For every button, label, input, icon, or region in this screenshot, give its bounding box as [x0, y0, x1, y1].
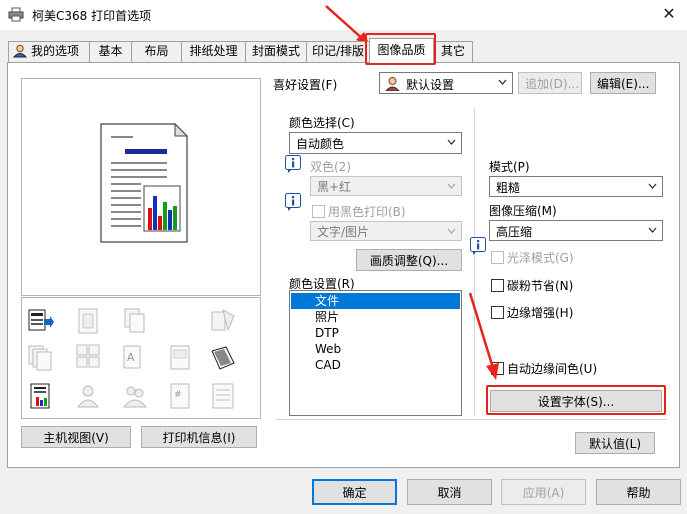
edit-favorite-button[interactable]: 编辑(E)...: [590, 72, 656, 94]
tab-label: 基本: [98, 44, 123, 58]
watermark-icon: [78, 308, 98, 334]
compress-select[interactable]: 高压缩: [489, 220, 663, 241]
staple-icon: [211, 346, 235, 370]
chevron-down-icon: [447, 228, 456, 234]
color-select[interactable]: 自动颜色: [289, 132, 462, 154]
tab-label: 印记/排版: [311, 44, 365, 58]
two-color-select[interactable]: 黑+红: [310, 176, 462, 196]
annotation-highlight-button: [486, 385, 666, 415]
host-view-button[interactable]: 主机视图(V): [21, 426, 131, 448]
printer-icon: [8, 7, 24, 22]
apply-button[interactable]: 应用(A): [501, 479, 586, 505]
tab-my-options[interactable]: 我的选项: [8, 41, 90, 62]
tab-stamp[interactable]: 印记/排版: [306, 41, 370, 62]
tab-label: 布局: [144, 44, 169, 58]
close-icon[interactable]: ✕: [654, 2, 684, 28]
favorites-value: 默认设置: [406, 78, 455, 92]
gloss-label: 光泽模式(G): [507, 251, 574, 265]
two-color-label: 双色(2): [310, 160, 351, 174]
list-item[interactable]: DTP: [291, 325, 460, 341]
two-color-value: 黑+红: [317, 180, 352, 194]
compress-label: 图像压缩(M): [489, 204, 557, 218]
compress-value: 高压缩: [496, 225, 533, 239]
annotation-arrow-bottom: [468, 292, 499, 380]
toner-save-label: 碳粉节省(N): [507, 279, 574, 293]
svg-text:A: A: [127, 351, 135, 364]
quality-adjust-button[interactable]: 画质调整(Q)...: [356, 249, 462, 271]
user-icon: [12, 44, 28, 58]
tab-cover[interactable]: 封面模式: [245, 41, 307, 62]
ok-button[interactable]: 确定: [312, 479, 397, 505]
printer-info-button[interactable]: 打印机信息(I): [141, 426, 257, 448]
favorites-select[interactable]: 默认设置: [379, 72, 513, 94]
mode-value: 粗糙: [496, 181, 521, 195]
chevron-down-icon: [447, 139, 456, 145]
tab-label: 我的选项: [31, 44, 80, 58]
separator-line-bottom: [275, 419, 667, 420]
color-document-icon: [30, 383, 50, 409]
info-icon: [285, 155, 301, 173]
booklet-icon: [212, 383, 234, 409]
chevron-down-icon: [498, 79, 507, 85]
color-setting-list[interactable]: 文件 照片 DTP Web CAD: [289, 290, 462, 416]
copy-protect-icon: [211, 309, 235, 332]
tab-label: 其它: [440, 44, 465, 58]
annotation-highlight-tab: [365, 33, 436, 65]
black-print-value: 文字/图片: [317, 225, 370, 239]
info-icon: [285, 193, 301, 211]
mode-label: 模式(P): [489, 160, 530, 174]
chevron-down-icon: [648, 227, 657, 233]
edge-enhance-label: 边缘增强(H): [507, 306, 574, 320]
page-stamp-icon: [170, 345, 190, 370]
list-item[interactable]: 文件: [291, 293, 460, 309]
user-auth-icon: [77, 385, 99, 408]
list-item[interactable]: 照片: [291, 309, 460, 325]
tab-label: 排纸处理: [189, 44, 238, 58]
favorites-label: 喜好设置(F): [273, 78, 338, 92]
help-button[interactable]: 帮助: [596, 479, 681, 505]
add-favorite-button[interactable]: 追加(D)...: [518, 72, 582, 94]
black-print-select[interactable]: 文字/图片: [310, 221, 462, 241]
multi-page-icon: [76, 344, 100, 368]
auto-trap-label: 自动边缘间色(U): [507, 362, 598, 376]
number-stamp-icon: #: [170, 383, 190, 409]
window-title: 柯美C368 打印首选项: [32, 9, 152, 23]
copies-icon: [28, 345, 52, 371]
list-item[interactable]: Web: [291, 341, 460, 357]
color-select-label: 颜色选择(C): [289, 116, 355, 130]
tab-other[interactable]: 其它: [433, 41, 473, 62]
preview-pane: [21, 78, 261, 296]
tab-output[interactable]: 排纸处理: [181, 41, 246, 62]
tab-label: 封面模式: [251, 44, 300, 58]
list-item[interactable]: CAD: [291, 357, 460, 373]
function-icon-panel: A #: [21, 297, 261, 419]
chevron-down-icon: [648, 183, 657, 189]
black-print-label: 用黑色打印(B): [328, 205, 406, 219]
gloss-checkbox[interactable]: [491, 251, 504, 264]
tab-basic[interactable]: 基本: [89, 41, 132, 62]
overlay-icon: [124, 308, 145, 333]
svg-text:#: #: [174, 390, 182, 400]
favorites-icon: [385, 77, 400, 91]
black-print-checkbox[interactable]: [312, 205, 325, 218]
mode-select[interactable]: 粗糙: [489, 176, 663, 197]
text-page-icon: A: [123, 345, 141, 369]
chevron-down-icon: [447, 183, 456, 189]
color-select-value: 自动颜色: [296, 137, 345, 151]
account-track-icon: [122, 386, 148, 408]
cancel-button[interactable]: 取消: [407, 479, 492, 505]
document-preview-icon: [100, 122, 189, 243]
image-output-icon: [28, 309, 54, 331]
info-icon: [470, 237, 486, 255]
tab-layout[interactable]: 布局: [131, 41, 182, 62]
default-button[interactable]: 默认值(L): [575, 432, 655, 454]
